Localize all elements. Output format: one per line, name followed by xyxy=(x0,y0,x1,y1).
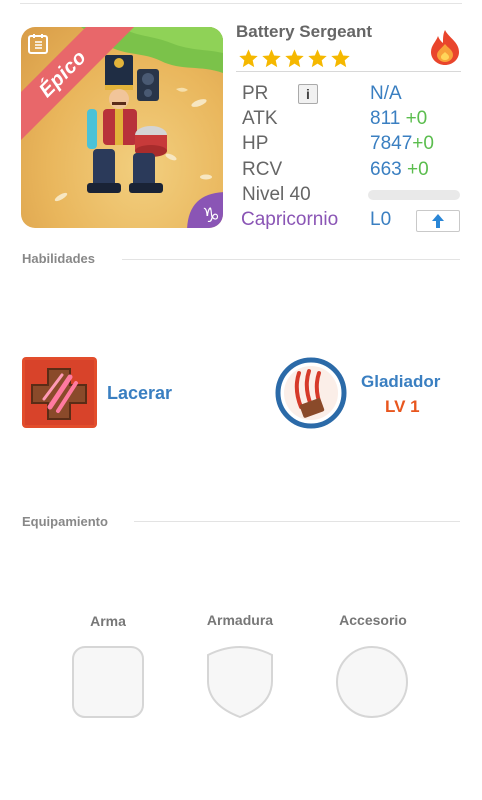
fire-element-icon xyxy=(431,30,459,65)
hp-value-row: 7847+0 xyxy=(370,133,434,155)
hero-name: Battery Sergeant xyxy=(236,22,373,41)
hp-label: HP xyxy=(242,133,269,154)
star-icon xyxy=(308,49,327,68)
star-icon xyxy=(285,49,304,68)
hp-value: 7847 xyxy=(370,133,413,154)
constellation-level: L0 xyxy=(370,209,392,230)
active-skill-icon[interactable] xyxy=(22,357,97,428)
armor-slot[interactable] xyxy=(204,645,276,719)
upgrade-button[interactable] xyxy=(416,210,460,232)
active-skill-name[interactable]: Lacerar xyxy=(107,383,172,404)
atk-bonus: +0 xyxy=(405,108,428,129)
rcv-label: RCV xyxy=(242,159,283,180)
star-rating xyxy=(238,48,351,69)
rcv-value-row: 663 +0 xyxy=(370,159,429,181)
accessory-label: Accesorio xyxy=(339,612,407,628)
atk-label: ATK xyxy=(242,108,278,129)
skills-divider xyxy=(122,259,460,260)
weapon-label: Arma xyxy=(90,613,126,629)
constellation-name[interactable]: Capricornio xyxy=(241,209,338,231)
skills-section-title: Habilidades xyxy=(22,251,95,266)
equipment-divider xyxy=(134,521,460,522)
gladiator-icon xyxy=(275,357,347,429)
top-divider xyxy=(20,3,462,4)
rcv-bonus: +0 xyxy=(406,159,429,180)
rcv-value: 663 xyxy=(370,159,402,180)
pr-value: N/A xyxy=(370,83,402,104)
armor-label: Armadura xyxy=(206,612,274,628)
lacerate-icon xyxy=(22,357,97,428)
equipment-section-title: Equipamiento xyxy=(22,514,108,529)
atk-value-row: 811 +0 xyxy=(370,108,427,130)
accessory-slot[interactable] xyxy=(335,645,409,719)
card-type-icon xyxy=(28,34,48,54)
weapon-slot[interactable] xyxy=(71,645,145,719)
atk-value: 811 xyxy=(370,108,401,129)
capricorn-badge-icon: ♑ xyxy=(187,192,223,228)
passive-skill-name[interactable]: Gladiador xyxy=(361,372,440,392)
star-icon xyxy=(262,49,281,68)
svg-text:♑: ♑ xyxy=(202,203,220,227)
hp-bonus: +0 xyxy=(412,133,434,154)
level-label: Nivel 40 xyxy=(242,184,311,205)
hero-portrait xyxy=(87,55,167,193)
passive-skill-icon[interactable] xyxy=(275,357,347,429)
name-divider xyxy=(236,71,461,72)
hero-card[interactable]: Épico ♑ xyxy=(21,27,223,228)
arrow-up-icon xyxy=(432,214,444,228)
star-icon xyxy=(331,49,350,68)
pr-label: PR xyxy=(242,83,269,104)
level-progress-bar xyxy=(368,190,460,200)
star-icon xyxy=(239,49,258,68)
passive-skill-level: LV 1 xyxy=(385,397,420,416)
pr-info-button[interactable]: i xyxy=(298,84,318,104)
